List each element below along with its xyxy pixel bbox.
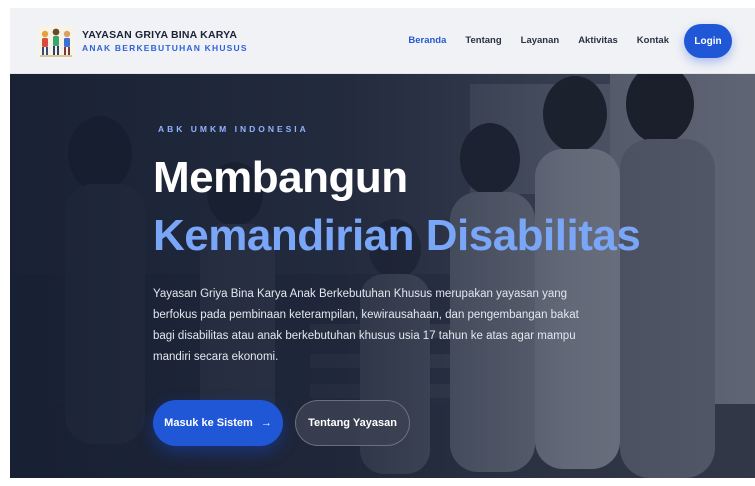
- hero-title-line1: Membangun: [153, 153, 408, 202]
- children-group-logo-icon[interactable]: [38, 26, 74, 58]
- hero-description: Yayasan Griya Bina Karya Anak Berkebutuh…: [153, 288, 579, 363]
- nav-item-aktivitas[interactable]: Aktivitas: [578, 35, 618, 46]
- brand[interactable]: YAYASAN GRIYA BINA KARYA ANAK BERKEBUTUH…: [82, 29, 248, 53]
- hero-section: ABK UMKM INDONESIA Membangun Kemandirian…: [10, 74, 755, 478]
- hero-title-line2: Kemandirian Disabilitas: [153, 211, 641, 260]
- arrow-right-icon: →: [260, 417, 272, 429]
- enter-system-label: Masuk ke Sistem: [164, 417, 253, 429]
- nav-menu: Beranda Tentang Layanan Aktivitas Kontak: [408, 35, 669, 46]
- navbar: YAYASAN GRIYA BINA KARYA ANAK BERKEBUTUH…: [10, 8, 755, 74]
- browser-viewport: YAYASAN GRIYA BINA KARYA ANAK BERKEBUTUH…: [10, 8, 755, 478]
- brand-subtitle: ANAK BERKEBUTUHAN KHUSUS: [82, 43, 248, 53]
- login-button[interactable]: Login: [684, 24, 732, 58]
- nav-item-beranda[interactable]: Beranda: [408, 35, 446, 46]
- hero-eyebrow: ABK UMKM INDONESIA: [158, 124, 309, 134]
- nav-item-layanan[interactable]: Layanan: [521, 35, 560, 46]
- enter-system-button[interactable]: Masuk ke Sistem →: [153, 400, 283, 446]
- brand-title: YAYASAN GRIYA BINA KARYA: [82, 29, 238, 41]
- nav-item-kontak[interactable]: Kontak: [637, 35, 669, 46]
- about-foundation-button[interactable]: Tentang Yayasan: [295, 400, 410, 446]
- nav-item-tentang[interactable]: Tentang: [465, 35, 501, 46]
